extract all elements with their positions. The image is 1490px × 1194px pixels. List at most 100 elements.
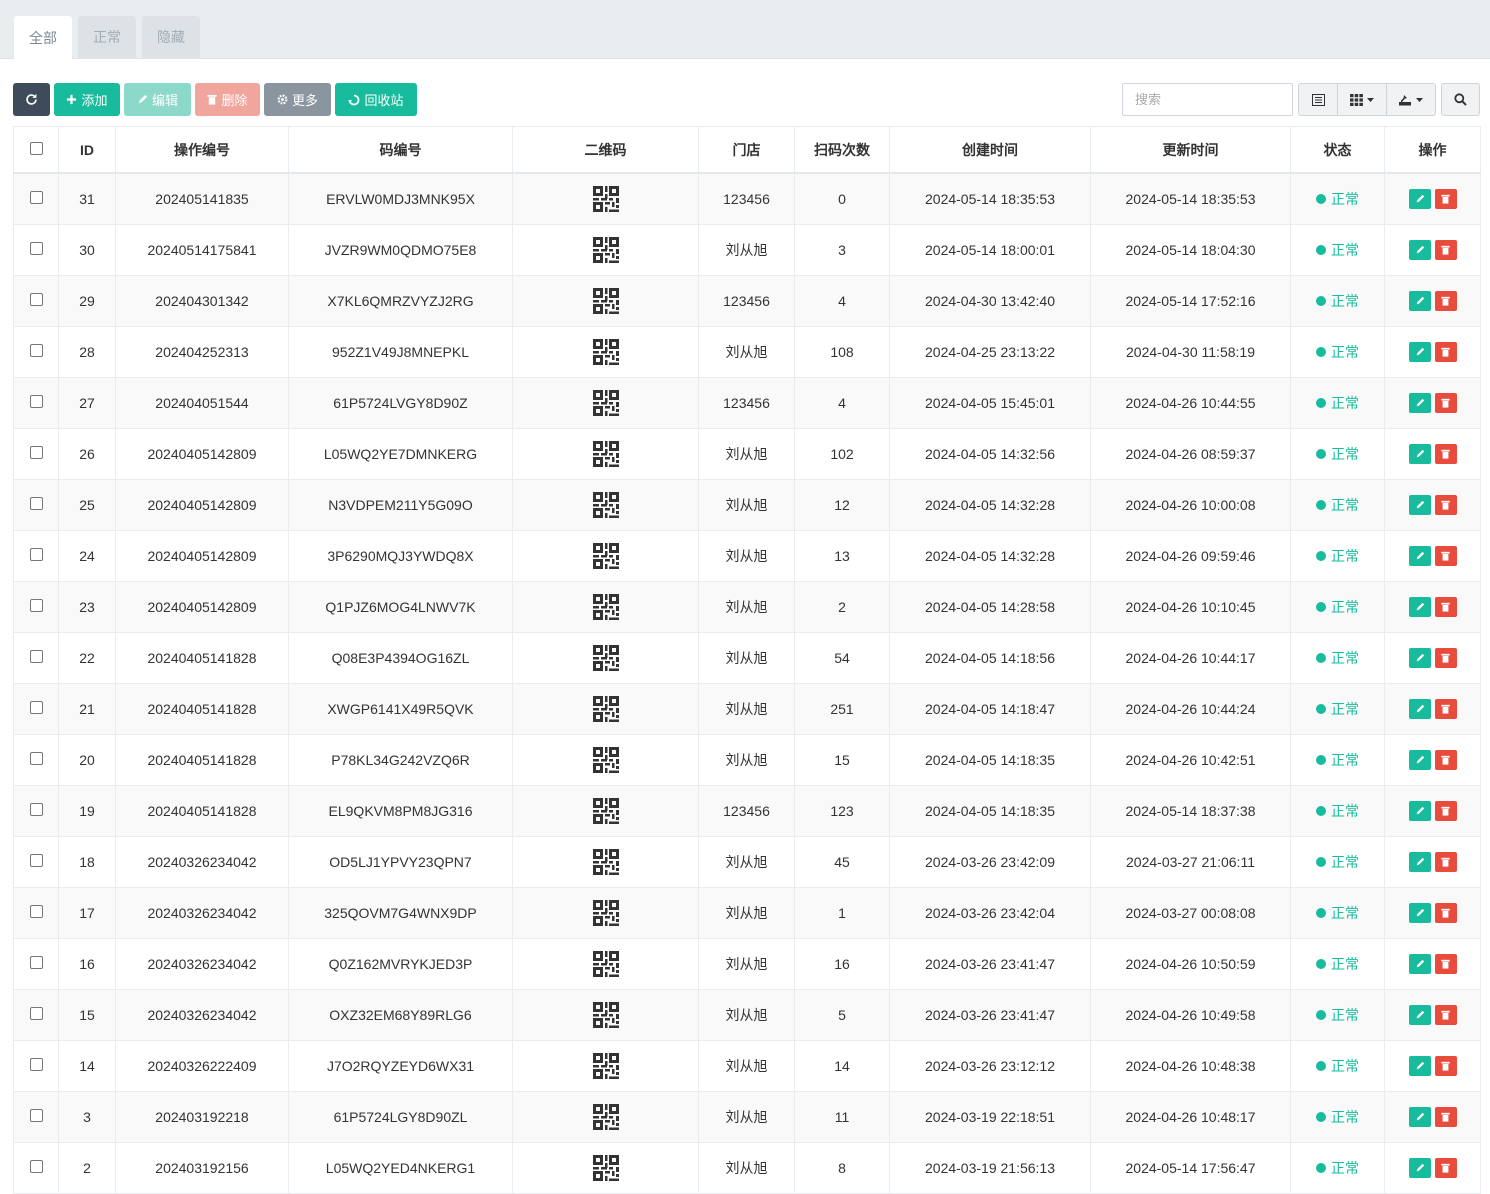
row-edit-button[interactable] (1408, 852, 1431, 872)
row-delete-button[interactable] (1434, 1158, 1457, 1178)
status-badge[interactable]: 正常 (1316, 954, 1359, 974)
delete-button[interactable]: 删除 (195, 83, 260, 116)
status-badge[interactable]: 正常 (1316, 648, 1359, 668)
table-row[interactable]: 22 20240405141828 Q08E3P4394OG16ZL 刘从旭 5… (13, 632, 1481, 684)
status-badge[interactable]: 正常 (1316, 291, 1359, 311)
row-checkbox[interactable] (29, 293, 43, 306)
table-row[interactable]: 17 20240326234042 325QOVM7G4WNX9DP 刘从旭 1… (13, 887, 1481, 939)
qrcode-icon[interactable] (592, 798, 619, 824)
row-edit-button[interactable] (1408, 291, 1431, 311)
row-edit-button[interactable] (1408, 1158, 1431, 1178)
add-button[interactable]: 添加 (54, 83, 120, 116)
status-badge[interactable]: 正常 (1316, 903, 1359, 923)
row-checkbox[interactable] (29, 854, 43, 867)
export-button[interactable] (1387, 84, 1435, 115)
table-row[interactable]: 3 202403192218 61P5724LGY8D90ZL 刘从旭 11 2… (13, 1091, 1481, 1143)
status-badge[interactable]: 正常 (1316, 546, 1359, 566)
row-checkbox[interactable] (29, 803, 43, 816)
row-checkbox[interactable] (29, 395, 43, 408)
status-badge[interactable]: 正常 (1316, 699, 1359, 719)
table-row[interactable]: 24 20240405142809 3P6290MQJ3YWDQ8X 刘从旭 1… (13, 530, 1481, 582)
row-checkbox[interactable] (29, 497, 43, 510)
status-badge[interactable]: 正常 (1316, 189, 1359, 209)
row-delete-button[interactable] (1434, 801, 1457, 821)
table-row[interactable]: 31 202405141835 ERVLW0MDJ3MNK95X 123456 … (13, 172, 1481, 225)
status-badge[interactable]: 正常 (1316, 597, 1359, 617)
qrcode-icon[interactable] (592, 543, 619, 569)
row-checkbox[interactable] (29, 1058, 43, 1071)
row-edit-button[interactable] (1408, 546, 1431, 566)
recycle-button[interactable]: 回收站 (335, 83, 417, 116)
qrcode-icon[interactable] (592, 492, 619, 518)
row-checkbox[interactable] (29, 905, 43, 918)
header-id[interactable]: ID (58, 126, 116, 174)
qrcode-icon[interactable] (592, 747, 619, 773)
row-edit-button[interactable] (1408, 699, 1431, 719)
tab-all[interactable]: 全部 (14, 16, 72, 59)
qrcode-icon[interactable] (592, 951, 619, 977)
qrcode-icon[interactable] (592, 339, 619, 365)
qrcode-icon[interactable] (592, 900, 619, 926)
table-row[interactable]: 27 202404051544 61P5724LVGY8D90Z 123456 … (13, 377, 1481, 429)
table-row[interactable]: 19 20240405141828 EL9QKVM8PM8JG316 12345… (13, 785, 1481, 837)
row-delete-button[interactable] (1434, 852, 1457, 872)
row-delete-button[interactable] (1434, 750, 1457, 770)
table-row[interactable]: 2 202403192156 L05WQ2YED4NKERG1 刘从旭 8 20… (13, 1142, 1481, 1194)
row-checkbox[interactable] (29, 191, 43, 204)
row-edit-button[interactable] (1408, 648, 1431, 668)
row-checkbox[interactable] (29, 446, 43, 459)
row-checkbox[interactable] (29, 242, 43, 255)
table-row[interactable]: 16 20240326234042 Q0Z162MVRYKJED3P 刘从旭 1… (13, 938, 1481, 990)
table-row[interactable]: 15 20240326234042 OXZ32EM68Y89RLG6 刘从旭 5… (13, 989, 1481, 1041)
qrcode-icon[interactable] (592, 1053, 619, 1079)
row-delete-button[interactable] (1434, 1107, 1457, 1127)
row-checkbox[interactable] (29, 701, 43, 714)
qrcode-icon[interactable] (592, 186, 619, 212)
row-delete-button[interactable] (1434, 648, 1457, 668)
row-delete-button[interactable] (1434, 189, 1457, 209)
row-checkbox[interactable] (29, 599, 43, 612)
row-edit-button[interactable] (1408, 1056, 1431, 1076)
row-delete-button[interactable] (1434, 954, 1457, 974)
row-delete-button[interactable] (1434, 597, 1457, 617)
row-edit-button[interactable] (1408, 750, 1431, 770)
row-delete-button[interactable] (1434, 444, 1457, 464)
edit-button[interactable]: 编辑 (124, 83, 191, 116)
tab-hidden[interactable]: 隐藏 (142, 16, 200, 58)
more-button[interactable]: 更多 (264, 83, 331, 116)
status-badge[interactable]: 正常 (1316, 1056, 1359, 1076)
status-badge[interactable]: 正常 (1316, 444, 1359, 464)
row-delete-button[interactable] (1434, 393, 1457, 413)
status-badge[interactable]: 正常 (1316, 801, 1359, 821)
row-delete-button[interactable] (1434, 342, 1457, 362)
table-row[interactable]: 21 20240405141828 XWGP6141X49R5QVK 刘从旭 2… (13, 683, 1481, 735)
table-row[interactable]: 18 20240326234042 OD5LJ1YPVY23QPN7 刘从旭 4… (13, 836, 1481, 888)
select-all-checkbox[interactable] (29, 141, 43, 155)
row-edit-button[interactable] (1408, 1005, 1431, 1025)
qrcode-icon[interactable] (592, 237, 619, 263)
row-edit-button[interactable] (1408, 393, 1431, 413)
qrcode-icon[interactable] (592, 696, 619, 722)
row-edit-button[interactable] (1408, 444, 1431, 464)
tab-normal[interactable]: 正常 (78, 16, 136, 58)
status-badge[interactable]: 正常 (1316, 750, 1359, 770)
toggle-view-button[interactable] (1299, 84, 1339, 115)
row-checkbox[interactable] (29, 1109, 43, 1122)
row-delete-button[interactable] (1434, 546, 1457, 566)
table-row[interactable]: 25 20240405142809 N3VDPEM211Y5G09O 刘从旭 1… (13, 479, 1481, 531)
row-edit-button[interactable] (1408, 495, 1431, 515)
qrcode-icon[interactable] (592, 849, 619, 875)
qrcode-icon[interactable] (592, 1002, 619, 1028)
qrcode-icon[interactable] (592, 288, 619, 314)
qrcode-icon[interactable] (592, 594, 619, 620)
status-badge[interactable]: 正常 (1316, 1158, 1359, 1178)
row-delete-button[interactable] (1434, 1056, 1457, 1076)
status-badge[interactable]: 正常 (1316, 342, 1359, 362)
status-badge[interactable]: 正常 (1316, 852, 1359, 872)
table-row[interactable]: 30 20240514175841 JVZR9WM0QDMO75E8 刘从旭 3… (13, 224, 1481, 276)
row-delete-button[interactable] (1434, 699, 1457, 719)
row-delete-button[interactable] (1434, 240, 1457, 260)
row-checkbox[interactable] (29, 1160, 43, 1173)
refresh-button[interactable] (13, 83, 50, 116)
row-edit-button[interactable] (1408, 342, 1431, 362)
